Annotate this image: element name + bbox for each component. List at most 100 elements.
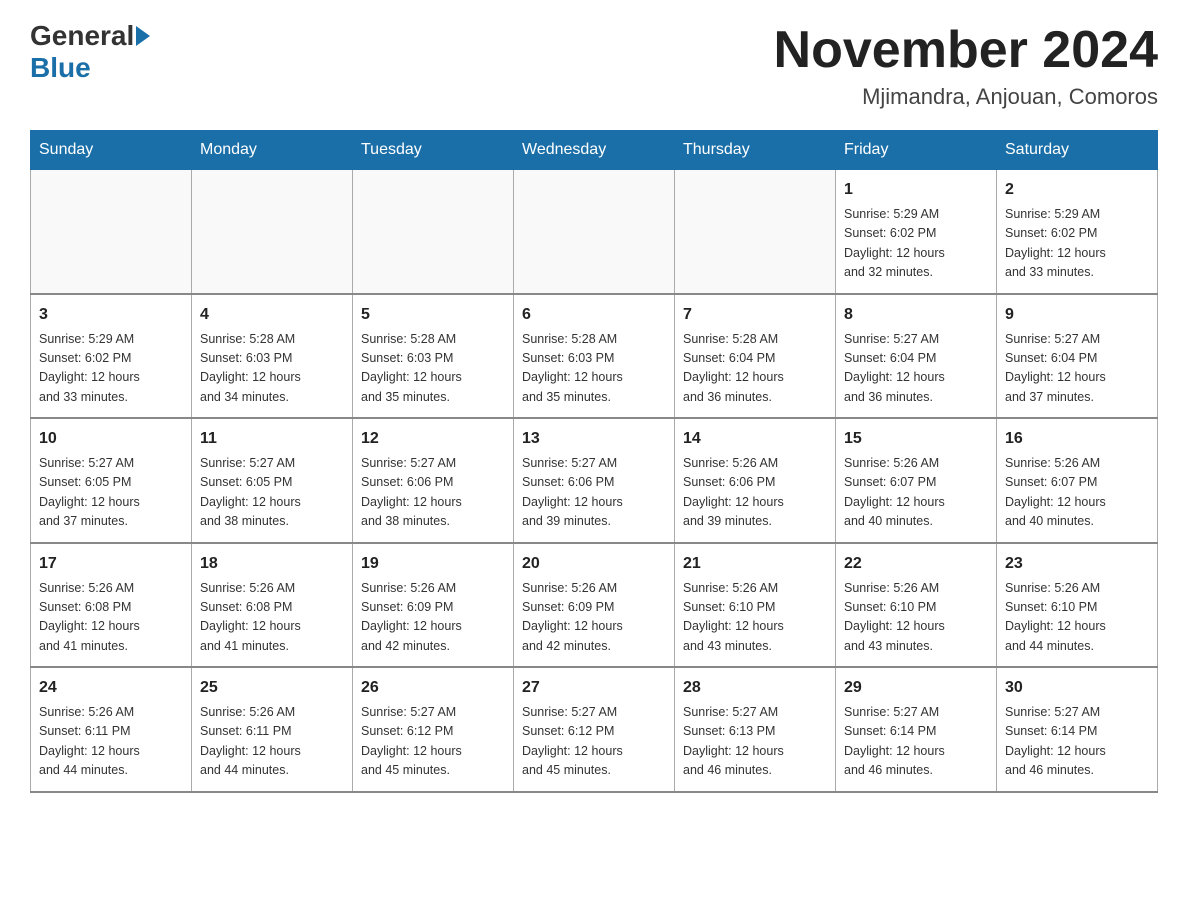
day-info: Sunrise: 5:26 AMSunset: 6:08 PMDaylight:… (200, 579, 344, 657)
day-number: 23 (1005, 552, 1149, 576)
calendar-cell: 26 Sunrise: 5:27 AMSunset: 6:12 PMDayligh… (353, 667, 514, 792)
day-number: 3 (39, 303, 183, 327)
calendar-cell: 7 Sunrise: 5:28 AMSunset: 6:04 PMDaylight… (675, 294, 836, 419)
day-info: Sunrise: 5:27 AMSunset: 6:06 PMDaylight:… (522, 454, 666, 532)
day-info: Sunrise: 5:26 AMSunset: 6:11 PMDaylight:… (200, 703, 344, 781)
calendar-cell: 18 Sunrise: 5:26 AMSunset: 6:08 PMDayligh… (192, 543, 353, 668)
calendar-cell: 28Sunrise: 5:27 AMSunset: 6:13 PMDayligh… (675, 667, 836, 792)
day-info: Sunrise: 5:26 AMSunset: 6:07 PMDaylight:… (1005, 454, 1149, 532)
calendar-week-2: 3Sunrise: 5:29 AMSunset: 6:02 PMDaylight… (31, 294, 1158, 419)
day-number: 6 (522, 303, 666, 327)
day-info: Sunrise: 5:26 AMSunset: 6:09 PMDaylight:… (522, 579, 666, 657)
calendar-cell: 16 Sunrise: 5:26 AMSunset: 6:07 PMDayligh… (997, 418, 1158, 543)
day-number: 2 (1005, 178, 1149, 202)
day-info: Sunrise: 5:27 AMSunset: 6:14 PMDaylight:… (1005, 703, 1149, 781)
month-title: November 2024 (774, 20, 1158, 80)
day-number: 5 (361, 303, 505, 327)
day-number: 22 (844, 552, 988, 576)
calendar-week-3: 10 Sunrise: 5:27 AMSunset: 6:05 PMDayligh… (31, 418, 1158, 543)
day-number: 25 (200, 676, 344, 700)
day-number: 30 (1005, 676, 1149, 700)
calendar-cell: 15 Sunrise: 5:26 AMSunset: 6:07 PMDayligh… (836, 418, 997, 543)
calendar-header-monday: Monday (192, 131, 353, 170)
day-number: 29 (844, 676, 988, 700)
day-number: 14 (683, 427, 827, 451)
calendar-cell: 25 Sunrise: 5:26 AMSunset: 6:11 PMDayligh… (192, 667, 353, 792)
day-info: Sunrise: 5:26 AMSunset: 6:08 PMDaylight:… (39, 579, 183, 657)
logo: General Blue (30, 20, 152, 84)
calendar-cell: 12 Sunrise: 5:27 AMSunset: 6:06 PMDayligh… (353, 418, 514, 543)
day-info: Sunrise: 5:26 AMSunset: 6:10 PMDaylight:… (683, 579, 827, 657)
day-info: Sunrise: 5:27 AMSunset: 6:04 PMDaylight:… (844, 330, 988, 408)
calendar-cell: 6 Sunrise: 5:28 AMSunset: 6:03 PMDaylight… (514, 294, 675, 419)
day-number: 7 (683, 303, 827, 327)
day-number: 24 (39, 676, 183, 700)
calendar-cell: 27 Sunrise: 5:27 AMSunset: 6:12 PMDayligh… (514, 667, 675, 792)
day-number: 12 (361, 427, 505, 451)
calendar-cell (514, 170, 675, 294)
calendar-header-row: SundayMondayTuesdayWednesdayThursdayFrid… (31, 131, 1158, 170)
day-info: Sunrise: 5:27 AMSunset: 6:13 PMDaylight:… (683, 703, 827, 781)
logo-arrow-icon (136, 26, 150, 46)
day-info: Sunrise: 5:28 AMSunset: 6:03 PMDaylight:… (522, 330, 666, 408)
calendar-cell: 23 Sunrise: 5:26 AMSunset: 6:10 PMDayligh… (997, 543, 1158, 668)
calendar-cell: 1 Sunrise: 5:29 AMSunset: 6:02 PMDaylight… (836, 170, 997, 294)
day-number: 16 (1005, 427, 1149, 451)
calendar-cell: 20Sunrise: 5:26 AMSunset: 6:09 PMDayligh… (514, 543, 675, 668)
calendar-week-4: 17Sunrise: 5:26 AMSunset: 6:08 PMDayligh… (31, 543, 1158, 668)
day-info: Sunrise: 5:26 AMSunset: 6:06 PMDaylight:… (683, 454, 827, 532)
logo-general-text: General (30, 20, 134, 52)
day-info: Sunrise: 5:28 AMSunset: 6:04 PMDaylight:… (683, 330, 827, 408)
day-number: 26 (361, 676, 505, 700)
logo-blue-text: Blue (30, 52, 91, 84)
calendar-cell: 22 Sunrise: 5:26 AMSunset: 6:10 PMDayligh… (836, 543, 997, 668)
day-number: 27 (522, 676, 666, 700)
day-info: Sunrise: 5:28 AMSunset: 6:03 PMDaylight:… (361, 330, 505, 408)
calendar-cell: 11 Sunrise: 5:27 AMSunset: 6:05 PMDayligh… (192, 418, 353, 543)
calendar-cell (675, 170, 836, 294)
calendar-table: SundayMondayTuesdayWednesdayThursdayFrid… (30, 130, 1158, 793)
day-info: Sunrise: 5:27 AMSunset: 6:14 PMDaylight:… (844, 703, 988, 781)
day-number: 13 (522, 427, 666, 451)
calendar-cell: 17Sunrise: 5:26 AMSunset: 6:08 PMDayligh… (31, 543, 192, 668)
day-info: Sunrise: 5:29 AMSunset: 6:02 PMDaylight:… (1005, 205, 1149, 283)
day-info: Sunrise: 5:26 AMSunset: 6:10 PMDaylight:… (844, 579, 988, 657)
day-info: Sunrise: 5:27 AMSunset: 6:04 PMDaylight:… (1005, 330, 1149, 408)
calendar-cell: 19 Sunrise: 5:26 AMSunset: 6:09 PMDayligh… (353, 543, 514, 668)
calendar-cell: 29 Sunrise: 5:27 AMSunset: 6:14 PMDayligh… (836, 667, 997, 792)
day-info: Sunrise: 5:29 AMSunset: 6:02 PMDaylight:… (844, 205, 988, 283)
calendar-cell: 24 Sunrise: 5:26 AMSunset: 6:11 PMDayligh… (31, 667, 192, 792)
calendar-cell: 14 Sunrise: 5:26 AMSunset: 6:06 PMDayligh… (675, 418, 836, 543)
calendar-cell (31, 170, 192, 294)
day-number: 10 (39, 427, 183, 451)
day-number: 18 (200, 552, 344, 576)
calendar-header-tuesday: Tuesday (353, 131, 514, 170)
day-number: 11 (200, 427, 344, 451)
day-info: Sunrise: 5:26 AMSunset: 6:10 PMDaylight:… (1005, 579, 1149, 657)
day-info: Sunrise: 5:27 AMSunset: 6:12 PMDaylight:… (522, 703, 666, 781)
calendar-cell: 3Sunrise: 5:29 AMSunset: 6:02 PMDaylight… (31, 294, 192, 419)
calendar-cell: 2 Sunrise: 5:29 AMSunset: 6:02 PMDaylight… (997, 170, 1158, 294)
day-info: Sunrise: 5:26 AMSunset: 6:07 PMDaylight:… (844, 454, 988, 532)
calendar-cell: 9 Sunrise: 5:27 AMSunset: 6:04 PMDaylight… (997, 294, 1158, 419)
day-info: Sunrise: 5:26 AMSunset: 6:09 PMDaylight:… (361, 579, 505, 657)
day-info: Sunrise: 5:27 AMSunset: 6:05 PMDaylight:… (200, 454, 344, 532)
day-info: Sunrise: 5:27 AMSunset: 6:06 PMDaylight:… (361, 454, 505, 532)
day-number: 21 (683, 552, 827, 576)
day-number: 8 (844, 303, 988, 327)
day-info: Sunrise: 5:26 AMSunset: 6:11 PMDaylight:… (39, 703, 183, 781)
day-info: Sunrise: 5:27 AMSunset: 6:12 PMDaylight:… (361, 703, 505, 781)
day-number: 15 (844, 427, 988, 451)
calendar-cell (192, 170, 353, 294)
calendar-header-thursday: Thursday (675, 131, 836, 170)
calendar-cell: 8 Sunrise: 5:27 AMSunset: 6:04 PMDaylight… (836, 294, 997, 419)
calendar-cell: 21 Sunrise: 5:26 AMSunset: 6:10 PMDayligh… (675, 543, 836, 668)
calendar-cell: 4Sunrise: 5:28 AMSunset: 6:03 PMDaylight… (192, 294, 353, 419)
calendar-header-friday: Friday (836, 131, 997, 170)
day-number: 1 (844, 178, 988, 202)
day-info: Sunrise: 5:28 AMSunset: 6:03 PMDaylight:… (200, 330, 344, 408)
calendar-cell: 5 Sunrise: 5:28 AMSunset: 6:03 PMDaylight… (353, 294, 514, 419)
day-number: 19 (361, 552, 505, 576)
day-number: 9 (1005, 303, 1149, 327)
page-header: General Blue November 2024 Mjimandra, An… (30, 20, 1158, 110)
